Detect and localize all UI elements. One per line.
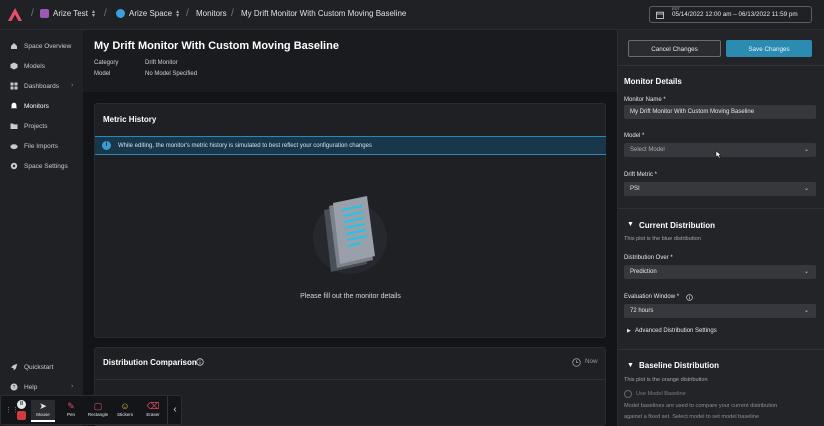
drift-metric-select[interactable]: PSI ⌄ [624,182,816,196]
distribution-comparison-title: Distribution Comparison [103,358,197,367]
use-model-baseline-radio[interactable] [624,390,632,398]
chevron-right-icon[interactable]: › [71,383,73,390]
evaluation-window-label: Evaluation Window * [624,294,680,300]
sidebar-item-space-overview[interactable]: Space Overview [10,42,71,50]
sidebar-item-help[interactable]: ? Help [10,383,37,391]
baseline-description: Model baselines are used to compare your… [624,403,778,409]
info-icon: i [102,141,111,150]
svg-text:?: ? [13,385,16,391]
baseline-distribution-heading[interactable]: Baseline Distribution [639,361,719,370]
space-selector[interactable]: Arize Space ▴ ▾ [116,8,180,19]
sidebar-item-projects[interactable]: Projects [10,122,47,130]
grid-icon [10,82,18,90]
distribution-over-select[interactable]: Prediction ⌄ [624,265,816,279]
upload-cloud-icon [10,144,18,150]
updown-chevron-icon: ▴ ▾ [91,8,95,19]
help-icon: ? [10,383,18,391]
metric-history-card: Metric History i While editing, the moni… [94,103,606,338]
cancel-changes-button[interactable]: Cancel Changes [628,40,721,57]
bell-icon [10,102,18,109]
globe-icon [116,9,125,18]
chevron-down-icon: ⌄ [803,308,809,314]
gear-icon [10,162,18,170]
workspace-icon [40,9,49,18]
sidebar-item-monitors[interactable]: Monitors [10,102,49,110]
evaluation-window-select[interactable]: 72 hours ⌄ [624,304,816,318]
monitor-details-heading: Monitor Details [624,77,682,86]
tool-mouse[interactable]: ➤ Mouse [31,400,55,422]
time-label: Now [585,358,598,365]
page-title: My Drift Monitor With Custom Moving Base… [94,40,339,52]
annotation-toolbar: ⋮⋮ II ➤ Mouse ✎ Pen ▢ Rectangle ☺ Sticke… [0,395,182,425]
updown-chevron-icon: ▴ ▾ [176,8,180,19]
tool-stickers[interactable]: ☺ Stickers [113,400,137,417]
sidebar-item-models[interactable]: Models [10,62,45,70]
simulation-info-banner: i While editing, the monitor's metric hi… [95,136,606,155]
rectangle-icon: ▢ [93,401,103,411]
expand-triangle-icon[interactable]: ▶ [627,328,631,334]
sidebar-item-space-settings[interactable]: Space Settings [10,162,68,170]
baseline-description: against a fixed set. Select model to set… [624,414,759,420]
tool-eraser[interactable]: ⌫ Eraser [141,400,165,417]
mouse-cursor-icon [715,150,722,159]
monitor-name-input[interactable]: My Drift Monitor With Custom Moving Base… [624,105,816,119]
arize-logo-icon[interactable] [6,6,24,24]
chevron-right-icon[interactable]: › [71,82,73,89]
tool-pen[interactable]: ✎ Pen [59,400,83,417]
folder-icon [10,123,18,129]
drift-metric-label: Drift Metric * [624,172,657,178]
baseline-distribution-hint: This plot is the orange distribution [624,377,708,383]
clock-icon [572,358,581,367]
sidebar-item-dashboards[interactable]: Dashboards [10,82,59,90]
metric-history-title: Metric History [103,115,157,124]
category-label: Category [94,60,119,66]
collapse-triangle-icon[interactable]: ▼ [627,221,634,228]
info-icon[interactable] [196,358,204,366]
breadcrumb-separator: / [104,8,107,19]
sidebar-item-quickstart[interactable]: Quickstart [10,363,53,371]
breadcrumb-current: My Drift Monitor With Custom Moving Base… [241,9,407,18]
save-changes-button[interactable]: Save Changes [726,40,812,57]
model-label: Model [94,71,111,77]
breadcrumb-separator: / [31,8,34,19]
chevron-down-icon: ⌄ [803,147,809,153]
current-distribution-heading[interactable]: Current Distribution [639,221,715,230]
calendar-icon [656,11,664,19]
distribution-over-label: Distribution Over * [624,255,673,261]
cursor-icon: ➤ [39,401,47,411]
pen-icon: ✎ [67,401,75,411]
divider [617,208,824,209]
monitor-name-label: Monitor Name * [624,97,666,103]
category-value: Drift Monitor [145,60,178,66]
chevron-down-icon: ⌄ [803,186,809,192]
home-icon [11,43,17,49]
tool-rectangle[interactable]: ▢ Rectangle [86,400,110,417]
collapse-chevron-left-icon[interactable]: ‹ [167,396,182,424]
model-value: No Model Specified [145,71,198,77]
current-distribution-hint: This plot is the blue distribution [624,236,701,242]
collapse-triangle-icon[interactable]: ▼ [627,362,634,369]
breadcrumb-monitors[interactable]: Monitors [196,9,227,18]
record-stop-icon[interactable] [17,411,26,420]
use-model-baseline-label: Use Model Baseline [636,391,686,397]
sidebar-item-file-imports[interactable]: File Imports [10,142,58,150]
breadcrumb-separator: / [186,8,189,19]
chevron-down-icon: ⌄ [803,269,809,275]
advanced-distribution-settings-toggle[interactable]: Advanced Distribution Settings [635,328,717,334]
info-icon[interactable] [686,294,693,301]
smiley-icon: ☺ [120,401,130,411]
divider [617,65,824,66]
divider [617,349,824,350]
eraser-icon: ⌫ [146,401,160,411]
cube-icon [10,62,18,70]
rocket-icon [11,363,18,371]
pause-icon[interactable]: II [17,400,26,409]
divider [95,379,606,380]
model-select-label: Model * [624,133,645,139]
document-illustration-icon [313,196,387,274]
empty-state-message: Please fill out the monitor details [300,293,401,300]
breadcrumb-separator: / [231,8,234,19]
date-range-picker[interactable]: EDT 05/14/2022 12:00 am – 06/13/2022 11:… [649,6,812,23]
workspace-selector[interactable]: Arize Test ▴ ▾ [40,8,95,19]
